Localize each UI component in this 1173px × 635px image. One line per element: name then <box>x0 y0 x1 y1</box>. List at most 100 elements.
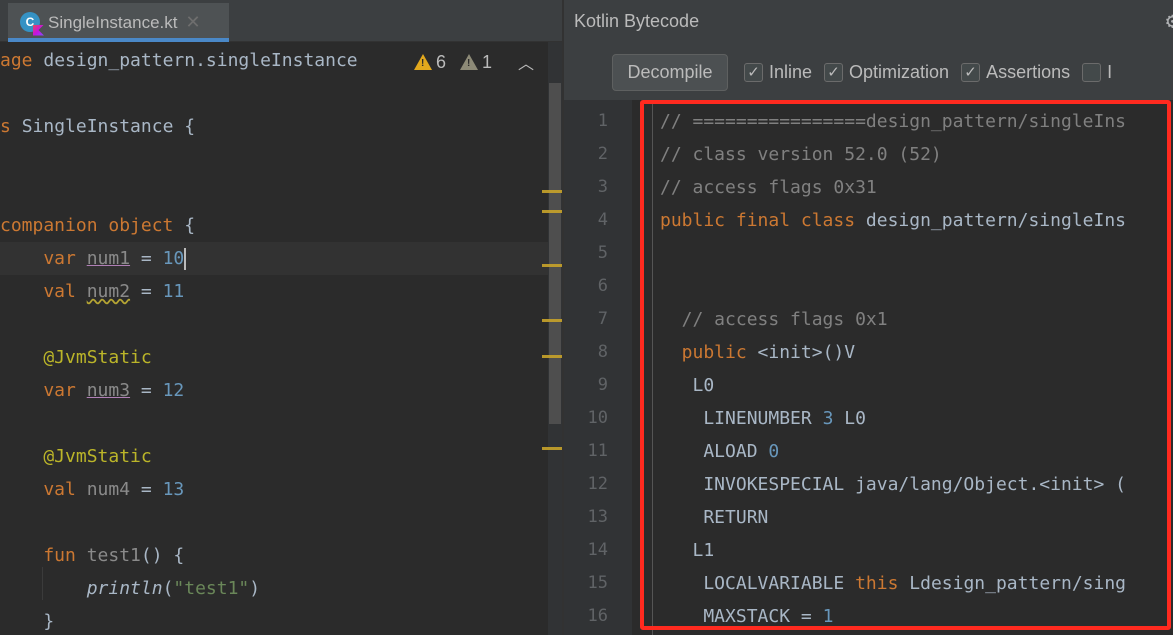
code-token: num4 <box>86 479 131 500</box>
bytecode-line[interactable]: L0 <box>660 369 715 402</box>
code-token: 12 <box>162 380 185 401</box>
code-token: this <box>855 573 899 594</box>
editor-scrollbar-thumb[interactable] <box>549 83 561 424</box>
kotlin-bytecode-panel: Kotlin Bytecode ⚙ Decompile ✓ Inline ✓ O… <box>562 0 1173 635</box>
bytecode-line[interactable]: // access flags 0x31 <box>660 171 877 204</box>
code-line[interactable]: var num1 = 10 <box>0 242 548 275</box>
code-token: = <box>130 281 163 302</box>
code-token: MAXSTACK = <box>660 606 823 627</box>
code-token: public final class <box>660 210 866 231</box>
code-line[interactable]: println("test1") <box>0 572 260 605</box>
bytecode-toolbar: Decompile ✓ Inline ✓ Optimization ✓ Asse… <box>612 54 1118 91</box>
code-line[interactable]: val num2 = 11 <box>0 275 184 308</box>
line-number: 11 <box>587 441 608 461</box>
code-token: 13 <box>162 479 185 500</box>
warning-stripe-mark[interactable] <box>542 264 562 267</box>
bytecode-line[interactable]: // ================design_pattern/single… <box>660 105 1126 138</box>
code-token: var <box>0 380 87 401</box>
line-number: 8 <box>597 342 608 362</box>
optimization-checkbox[interactable]: ✓ <box>824 63 844 82</box>
assertions-checkbox[interactable]: ✓ <box>961 63 981 82</box>
editor-tab-bar: C SingleInstance.kt ✕ <box>0 0 562 42</box>
bytecode-line[interactable]: public <init>()V <box>660 336 855 369</box>
bytecode-line[interactable]: LOCALVARIABLE this Ldesign_pattern/sing <box>660 567 1126 600</box>
code-token: L1 <box>660 540 715 561</box>
code-line[interactable]: val num4 = 13 <box>0 473 184 506</box>
code-line[interactable]: s SingleInstance { <box>0 110 195 143</box>
code-token: @JvmStatic <box>0 446 152 467</box>
code-token: <init>()V <box>757 342 856 363</box>
bytecode-line[interactable]: LINENUMBER 3 L0 <box>660 402 866 435</box>
decompile-button[interactable]: Decompile <box>612 54 728 91</box>
code-line[interactable]: var num3 = 12 <box>0 374 184 407</box>
code-token: Ldesign_pattern/sing <box>898 573 1127 594</box>
bytecode-line[interactable]: // class version 52.0 (52) <box>660 138 942 171</box>
code-token: INVOKESPECIAL java/lang/Object.<init> ( <box>660 474 1126 495</box>
bytecode-line[interactable]: RETURN <box>660 501 768 534</box>
source-code-area[interactable]: age design_pattern.singleInstances Singl… <box>0 44 548 635</box>
ir-checkbox[interactable] <box>1082 63 1102 82</box>
bytecode-line[interactable]: public final class design_pattern/single… <box>660 204 1126 237</box>
code-token: SingleInstance { <box>21 116 196 137</box>
code-token: "test1" <box>173 578 250 599</box>
bytecode-line[interactable]: ALOAD 0 <box>660 435 779 468</box>
code-token: // class version 52.0 (52) <box>660 144 942 165</box>
bytecode-viewer[interactable]: 1 2 3 4 5 6 7 8 9 10 11 12 13 14 15 16 // =============… <box>564 100 1173 635</box>
warning-count: 6 <box>436 51 447 72</box>
code-token: design_pattern/singleIns <box>865 210 1126 231</box>
line-number: 12 <box>587 474 608 494</box>
code-token: val <box>0 281 87 302</box>
warning-stripe-mark[interactable] <box>542 447 562 450</box>
line-number: 14 <box>587 540 608 560</box>
warning-stripe-mark[interactable] <box>542 319 562 322</box>
warning-stripe-mark[interactable] <box>542 210 562 213</box>
warning-stripe-mark[interactable] <box>542 355 562 358</box>
code-token: () { <box>140 545 185 566</box>
code-token: companion object <box>0 215 185 236</box>
code-token: 11 <box>162 281 185 302</box>
code-token: design_pattern.singleInstance <box>43 50 358 71</box>
tab-singleinstance-kt[interactable]: C SingleInstance.kt ✕ <box>8 3 229 42</box>
code-token: ALOAD <box>660 441 769 462</box>
code-token: 3 <box>822 408 834 429</box>
code-line[interactable]: fun test1() { <box>0 539 184 572</box>
kotlin-class-file-icon: C <box>20 11 44 36</box>
code-token: = <box>130 479 163 500</box>
line-number: 9 <box>597 375 608 395</box>
warning-stripe-mark[interactable] <box>542 190 562 193</box>
code-line[interactable]: companion object { <box>0 209 195 242</box>
code-line[interactable]: @JvmStatic <box>0 440 152 473</box>
code-line[interactable]: age design_pattern.singleInstance <box>0 44 358 77</box>
bytecode-line[interactable]: INVOKESPECIAL java/lang/Object.<init> ( <box>660 468 1126 501</box>
code-token: L0 <box>660 375 715 396</box>
code-line[interactable]: @JvmStatic <box>0 341 152 374</box>
code-token: s <box>0 116 22 137</box>
code-token: } <box>0 611 55 632</box>
code-token: // access flags 0x31 <box>660 177 877 198</box>
gear-icon[interactable]: ⚙ <box>1166 9 1173 34</box>
code-token: @JvmStatic <box>0 347 152 368</box>
line-number: 16 <box>587 606 608 626</box>
inline-checkbox[interactable]: ✓ <box>744 63 763 82</box>
optimization-label: Optimization <box>849 62 950 82</box>
bytecode-line[interactable]: MAXSTACK = 1 <box>660 600 833 633</box>
line-number-gutter: 1 2 3 4 5 6 7 8 9 10 11 12 13 14 15 16 <box>564 100 632 635</box>
code-line[interactable]: } <box>0 605 54 635</box>
kotlin-editor[interactable]: C SingleInstance.kt ✕ age design_pattern… <box>0 0 562 635</box>
code-token: 10 <box>162 248 185 269</box>
code-token: LINENUMBER <box>660 408 823 429</box>
panel-title: Kotlin Bytecode <box>574 11 700 31</box>
close-icon[interactable]: ✕ <box>185 12 200 33</box>
bytecode-line[interactable]: L1 <box>660 534 715 567</box>
weak-warning-icon: ! <box>460 54 479 70</box>
line-number: 15 <box>587 573 608 593</box>
inspection-widget[interactable]: ! 6 ! 1 ︿ ﹀ <box>412 48 562 76</box>
line-number: 4 <box>597 210 608 230</box>
line-number: 10 <box>587 408 608 428</box>
text-caret <box>184 248 187 270</box>
ir-label: I <box>1107 62 1113 82</box>
indent-guide <box>42 567 43 600</box>
bytecode-line[interactable]: // access flags 0x1 <box>660 303 888 336</box>
chevron-up-icon[interactable]: ︿ <box>518 50 534 74</box>
